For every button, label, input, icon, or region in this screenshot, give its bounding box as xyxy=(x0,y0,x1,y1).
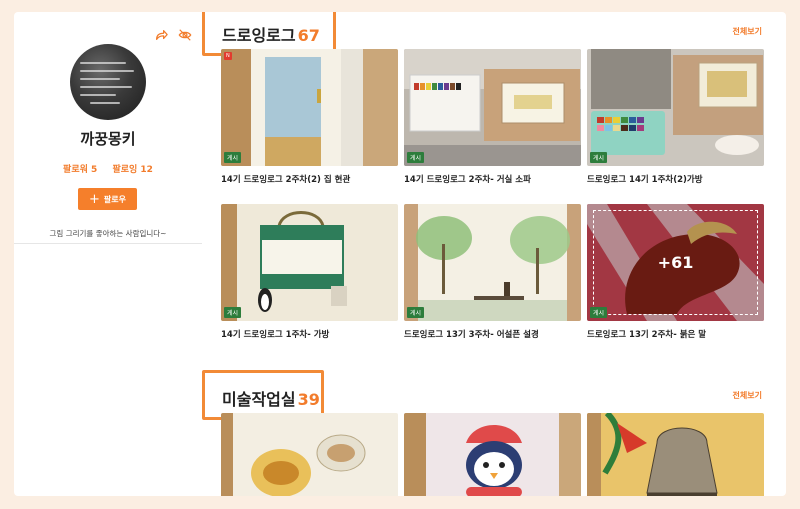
thumbnail[interactable]: 게시 xyxy=(404,204,581,321)
hide-icon[interactable] xyxy=(178,28,192,42)
section-title: 드로잉로그 67 xyxy=(222,22,320,46)
status-badge: 게시 xyxy=(224,307,242,318)
penguin-bag-painting-image xyxy=(221,204,398,321)
gallery-card[interactable]: 게시 드로잉로그 14기 1주차(2)가방 xyxy=(587,49,764,185)
thumbnail[interactable] xyxy=(587,413,764,496)
thumbnail[interactable] xyxy=(404,413,581,496)
door-drawing-image xyxy=(221,49,398,166)
nickname: 까꿍몽키 xyxy=(80,130,136,148)
bag-painting-image xyxy=(587,49,764,166)
bell-painting-image xyxy=(587,413,764,496)
gallery-card[interactable] xyxy=(587,413,764,496)
sofa-drawing-image xyxy=(404,49,581,166)
thumbnail[interactable] xyxy=(221,413,398,496)
card-caption[interactable]: 14기 드로잉로그 2주차(2) 집 현관 xyxy=(221,173,398,185)
follow-button-label: 팔로우 xyxy=(103,194,126,204)
profile-actions xyxy=(154,28,192,42)
gallery-card[interactable]: 게시 14기 드로잉로그 2주차- 거실 소파 xyxy=(404,49,581,185)
gallery-card[interactable] xyxy=(221,413,398,496)
gallery-card[interactable] xyxy=(404,413,581,496)
share-icon[interactable] xyxy=(154,28,168,42)
follow-button[interactable]: + 팔로우 xyxy=(78,188,137,210)
thumbnail[interactable]: N 게시 xyxy=(221,49,398,166)
see-all-link[interactable]: 전체보기 xyxy=(733,390,762,401)
section-title-text: 미술작업실 xyxy=(222,390,296,409)
section-count: 67 xyxy=(297,26,320,45)
card-caption[interactable]: 14기 드로잉로그 2주차- 거실 소파 xyxy=(404,173,581,185)
card-caption[interactable]: 드로잉로그 13기 2주차- 붉은 말 xyxy=(587,328,764,340)
section-title: 미술작업실 39 xyxy=(222,386,320,410)
avatar[interactable] xyxy=(70,44,146,120)
snowscape-painting-image xyxy=(404,204,581,321)
card-caption[interactable]: 14기 드로잉로그 1주차- 가방 xyxy=(221,328,398,340)
card-caption[interactable]: 드로잉로그 13기 3주차- 어설픈 설경 xyxy=(404,328,581,340)
gallery-card[interactable]: +61 게시 드로잉로그 13기 2주차- 붉은 말 xyxy=(587,204,764,340)
section-title-text: 드로잉로그 xyxy=(222,26,296,45)
plus-icon: + xyxy=(89,191,100,207)
status-badge: 게시 xyxy=(407,152,425,163)
thumbnail[interactable]: +61 게시 xyxy=(587,204,764,321)
gallery-card[interactable]: 게시 14기 드로잉로그 1주차- 가방 xyxy=(221,204,398,340)
section-header-art-studio: 미술작업실 39 전체보기 xyxy=(222,386,762,416)
follow-stats: 팔로워 5 팔로잉 12 xyxy=(14,162,202,175)
status-badge: 게시 xyxy=(407,307,425,318)
profile-card: 까꿍몽키 팔로워 5 팔로잉 12 + 팔로우 그림 그리기를 좋아하는 사람입… xyxy=(14,12,202,244)
profile-bio: 그림 그리기를 좋아하는 사람입니다~ xyxy=(49,229,167,238)
new-badge: N xyxy=(224,52,232,60)
card-caption[interactable]: 드로잉로그 14기 1주차(2)가방 xyxy=(587,173,764,185)
thumbnail[interactable]: 게시 xyxy=(221,204,398,321)
see-all-link[interactable]: 전체보기 xyxy=(733,26,762,37)
status-badge: 게시 xyxy=(590,307,608,318)
followers-link[interactable]: 팔로워 5 xyxy=(63,165,97,175)
thumbnail[interactable]: 게시 xyxy=(404,49,581,166)
penguin-painting-image xyxy=(404,413,581,496)
gallery-card[interactable]: 게시 드로잉로그 13기 3주차- 어설픈 설경 xyxy=(404,204,581,340)
food-painting-image xyxy=(221,413,398,496)
status-badge: 게시 xyxy=(224,152,242,163)
gallery-card[interactable]: N 게시 14기 드로잉로그 2주차(2) 집 현관 xyxy=(221,49,398,185)
following-link[interactable]: 팔로잉 12 xyxy=(112,165,153,175)
more-count-overlay[interactable]: +61 xyxy=(593,210,758,315)
status-badge: 게시 xyxy=(590,152,608,163)
section-header-drawinglog: 드로잉로그 67 전체보기 xyxy=(222,22,762,52)
thumbnail[interactable]: 게시 xyxy=(587,49,764,166)
page-frame: 까꿍몽키 팔로워 5 팔로잉 12 + 팔로우 그림 그리기를 좋아하는 사람입… xyxy=(14,12,786,496)
section-count: 39 xyxy=(297,390,320,409)
